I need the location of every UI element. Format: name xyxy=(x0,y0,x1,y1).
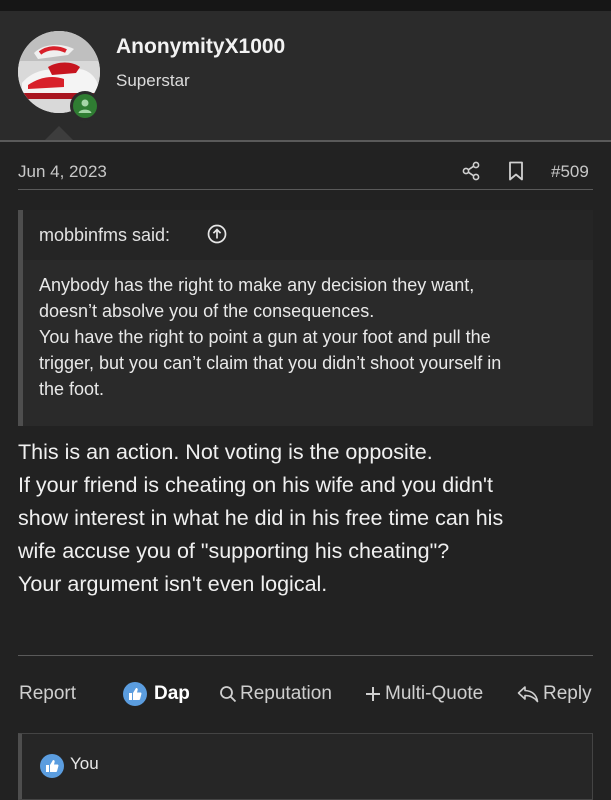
thumbs-up-icon xyxy=(123,682,147,706)
quote-header: mobbinfms said: xyxy=(23,210,593,260)
user-title: Superstar xyxy=(116,71,190,90)
online-status xyxy=(70,91,100,121)
dap-label: Dap xyxy=(154,683,190,704)
divider xyxy=(18,655,593,656)
top-bar xyxy=(0,0,611,11)
divider xyxy=(18,189,593,190)
quote-line: doesn’t absolve you of the consequences. xyxy=(39,301,375,321)
reactions-bar: You xyxy=(18,733,593,800)
post-line: show interest in what he did in his free… xyxy=(18,506,504,530)
report-label: Report xyxy=(19,683,77,704)
bookmark-icon[interactable] xyxy=(507,161,525,181)
reputation-button[interactable]: Reputation xyxy=(219,680,332,708)
quote-line: You have the right to point a gun at you… xyxy=(39,327,491,347)
post-date[interactable]: Jun 4, 2023 xyxy=(18,162,107,182)
quote-line: trigger, but you can’t claim that you di… xyxy=(39,353,502,373)
post-content: This is an action. Not voting is the opp… xyxy=(18,436,598,601)
header-pointer xyxy=(45,126,73,140)
reputation-label: Reputation xyxy=(240,683,332,704)
share-icon[interactable] xyxy=(461,161,481,181)
multi-quote-label: Multi-Quote xyxy=(385,683,484,704)
reply-label: Reply xyxy=(543,683,592,704)
post-line: This is an action. Not voting is the opp… xyxy=(18,440,433,464)
post-line: Your argument isn't even logical. xyxy=(18,572,328,596)
quote-author[interactable]: mobbinfms said: xyxy=(39,225,170,246)
post-line: wife accuse you of "supporting his cheat… xyxy=(18,539,450,563)
online-status-icon xyxy=(73,94,97,118)
username[interactable]: AnonymityX1000 xyxy=(116,35,285,59)
post-line: If your friend is cheating on his wife a… xyxy=(18,473,493,497)
quote-line: Anybody has the right to make any decisi… xyxy=(39,275,475,295)
reply-icon xyxy=(517,686,539,703)
post-user-header: AnonymityX1000 Superstar xyxy=(0,11,611,141)
multi-quote-button[interactable]: Multi-Quote xyxy=(365,680,483,708)
quote-content: Anybody has the right to make any decisi… xyxy=(23,260,593,402)
post-actions: Report Dap Reputation Multi-Quote Reply xyxy=(0,680,611,710)
plus-icon xyxy=(366,687,380,701)
reactions-list-link[interactable]: You xyxy=(70,754,99,774)
quote-line: the foot. xyxy=(39,379,105,399)
thumbs-up-icon xyxy=(40,754,64,778)
post-meta: Jun 4, 2023 #509 xyxy=(0,142,611,190)
reply-button[interactable]: Reply xyxy=(517,680,592,708)
search-icon xyxy=(220,686,237,703)
dap-button[interactable]: Dap xyxy=(123,680,190,708)
report-button[interactable]: Report xyxy=(19,680,76,708)
post-number-link[interactable]: #509 xyxy=(551,162,589,182)
quote-block: mobbinfms said: Anybody has the right to… xyxy=(18,210,593,426)
jump-to-quote-icon[interactable] xyxy=(207,224,227,244)
